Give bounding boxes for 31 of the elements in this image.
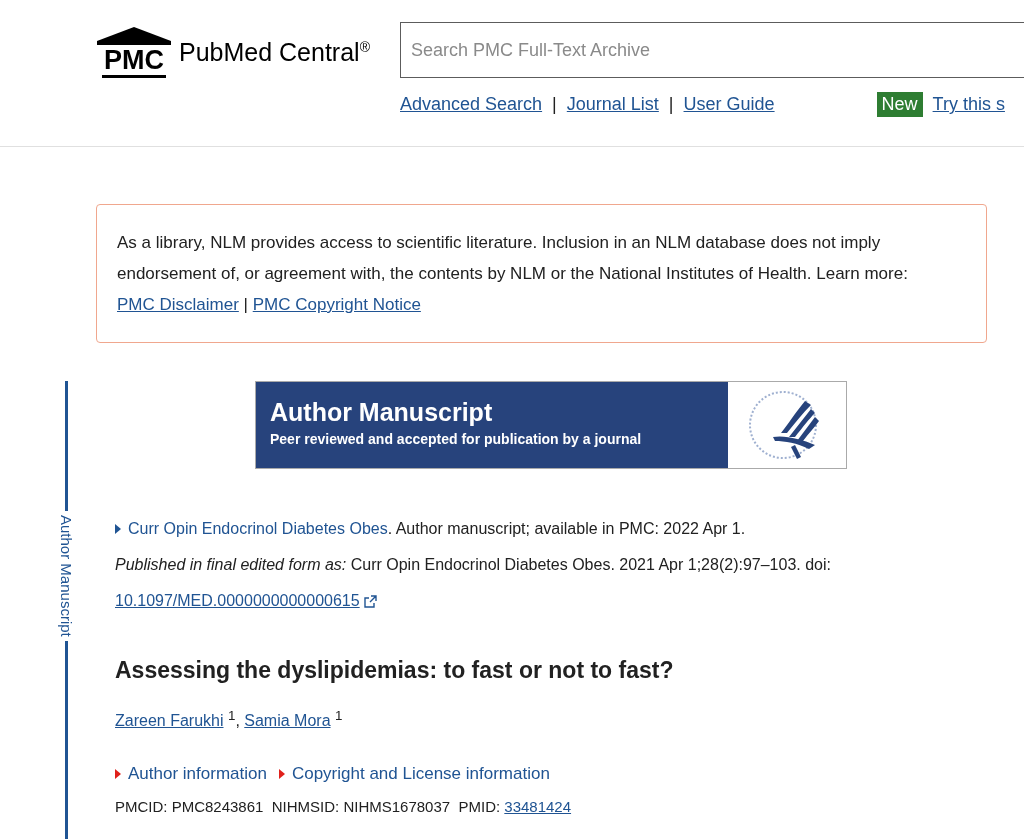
notice-text: As a library, NLM provides access to scientific literature. Inclusion in an NLM database does not imply endorsement of, or agreement with, the contents by NLM or the National Institutes of Health. Learn more: PMC Disclaimer | PMC Copyright Notice	[117, 233, 908, 314]
pmid-link[interactable]: 33481424	[504, 798, 572, 816]
separator: |	[668, 94, 674, 115]
external-link-icon	[363, 595, 377, 609]
affiliation-mark: 1	[227, 708, 236, 723]
journal-link[interactable]: Curr Opin Endocrinol Diabetes Obes	[128, 520, 388, 537]
comma: ,	[235, 712, 241, 730]
nav-link[interactable]: Journal List	[566, 94, 659, 115]
nav-link[interactable]: User Guide	[683, 94, 775, 115]
article-ids: PMCID: PMC8243861 NIHMSID: NIHMS1678037 PMID:	[115, 798, 501, 816]
notice-link[interactable]: PMC Copyright Notice	[252, 295, 421, 314]
citation-text: . Author manuscript; available in PMC: 2022 Apr 1.	[387, 520, 746, 537]
new-badge: New	[876, 92, 923, 117]
affiliation-mark: 1	[335, 708, 343, 723]
doi-link[interactable]: 10.1097/MED.0000000000000615	[115, 592, 360, 609]
expand-icon[interactable]	[115, 524, 121, 534]
nav-link[interactable]: Advanced Search	[400, 94, 543, 115]
article-title: Assessing the dyslipidemias: to fast or not to fast?	[115, 657, 675, 684]
banner-title: Author Manuscript	[270, 398, 494, 427]
author-link[interactable]: Zareen Farukhi	[115, 712, 224, 730]
notice-link[interactable]: PMC Disclaimer	[117, 295, 239, 314]
separator: |	[552, 94, 557, 115]
pmc-logo[interactable]: PMC PubMed Central$^{®}$	[97, 22, 380, 82]
section-toggle[interactable]: Author information	[115, 764, 267, 785]
author-link[interactable]: Samia Mora	[244, 712, 331, 730]
promo-link[interactable]: Try this s	[932, 94, 1005, 115]
published-text: Published in final edited form as: Curr Opin Endocrinol Diabetes Obes. 2021 Apr 1;28(2):97–103. doi:	[115, 556, 831, 573]
section-toggle[interactable]: Copyright and License information	[278, 764, 550, 785]
search-field[interactable]: Search PMC Full-Text Archive	[400, 22, 1024, 78]
side-label: Author Manuscript	[58, 514, 75, 639]
banner-subtitle: Peer reviewed and accepted for publication by a journal	[270, 431, 643, 447]
